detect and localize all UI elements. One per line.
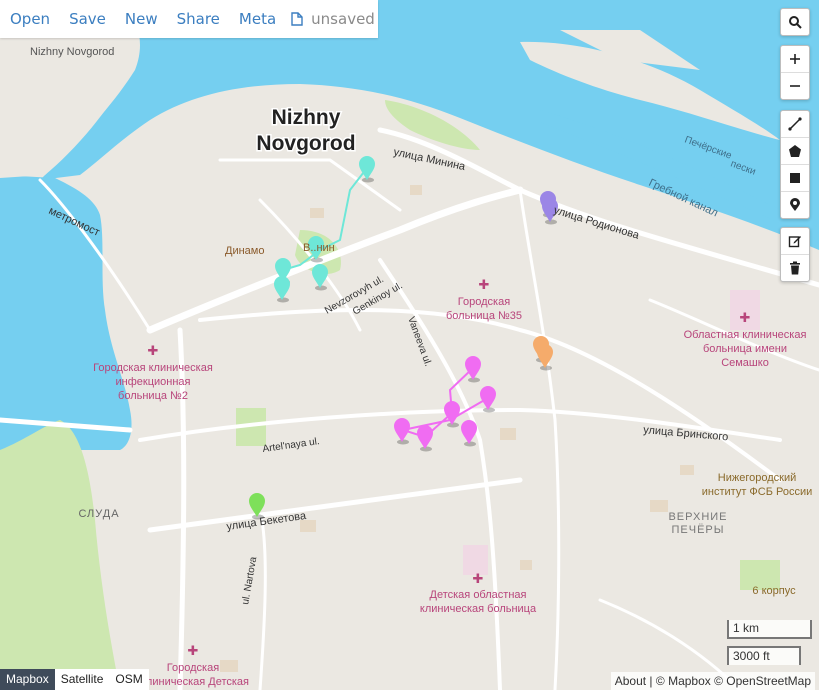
draw-marker-button[interactable] <box>781 192 809 218</box>
square-icon <box>790 173 800 183</box>
label-fsb-2: институт ФСБ России <box>702 486 813 498</box>
osm-attribution-link[interactable]: © OpenStreetMap <box>714 674 811 688</box>
label-infect-1: Городская клиническая <box>93 362 213 374</box>
label-city-child-2: клиническая Детская <box>141 676 249 688</box>
label-sluda: СЛУДА <box>78 508 119 520</box>
status-text: unsaved <box>311 10 375 28</box>
label-infect-3: больница №2 <box>118 390 188 402</box>
hospital-icon: ✚ <box>473 572 484 587</box>
edit-icon <box>788 236 801 248</box>
scale-metric: 1 km <box>727 620 812 639</box>
hospital-icon: ✚ <box>479 278 490 293</box>
draw-control <box>780 110 810 219</box>
meta-button[interactable]: Meta <box>229 10 285 28</box>
search-icon <box>789 16 802 29</box>
label-oblast-2: больница имени <box>703 343 787 355</box>
hospital-icon: ✚ <box>188 644 199 659</box>
label-hosp35-2: больница №35 <box>446 310 522 322</box>
edit-button[interactable] <box>781 228 809 255</box>
label-child-2: клиническая больница <box>420 603 537 615</box>
attribution: About | © Mapbox © OpenStreetMap <box>610 672 815 690</box>
zoom-out-button[interactable] <box>781 73 809 99</box>
attribution-separator: | <box>649 674 653 688</box>
label-child-1: Детская областная <box>430 589 527 601</box>
label-stadium: В..нин <box>303 242 335 254</box>
zoom-control <box>780 45 810 100</box>
zoom-in-button[interactable] <box>781 46 809 73</box>
label-oblast-1: Областная клиническая <box>684 329 807 341</box>
hospital-icon: ✚ <box>740 311 751 326</box>
delete-button[interactable] <box>781 255 809 281</box>
draw-line-button[interactable] <box>781 111 809 138</box>
scale-imperial: 3000 ft <box>727 646 801 665</box>
search-control <box>780 8 810 36</box>
label-city-child-1: Городская <box>167 662 219 674</box>
label-verhnie-1: ВЕРХНИЕ <box>668 511 727 523</box>
share-button[interactable]: Share <box>167 10 229 28</box>
label-infect-2: инфекционная <box>116 376 191 388</box>
layer-osm[interactable]: OSM <box>109 669 148 690</box>
label-dinamo: Динамо <box>225 245 264 257</box>
save-button[interactable]: Save <box>59 10 115 28</box>
layer-switcher: Mapbox Satellite OSM <box>0 669 149 690</box>
label-hosp35-1: Городская <box>458 296 510 308</box>
top-toolbar: Open Save New Share Meta unsaved <box>0 0 378 38</box>
edit-control <box>780 227 810 282</box>
mapbox-attribution-link[interactable]: © Mapbox <box>656 674 711 688</box>
new-button[interactable]: New <box>115 10 167 28</box>
marker-icon <box>790 198 800 211</box>
label-city: Nizhny <box>272 106 341 129</box>
polygon-icon <box>789 145 801 157</box>
save-status: unsaved <box>285 10 375 28</box>
label-city-2: Novgorod <box>256 132 355 155</box>
plus-icon <box>790 54 800 64</box>
label-oblast-3: Семашко <box>721 357 769 369</box>
open-button[interactable]: Open <box>0 10 59 28</box>
label-nizhny-corner: Nizhny Novgorod <box>30 46 114 58</box>
minus-icon <box>790 85 800 87</box>
label-verhnie-2: ПЕЧЁРЫ <box>672 524 725 536</box>
layer-satellite[interactable]: Satellite <box>55 669 110 690</box>
line-icon <box>788 117 802 131</box>
draw-polygon-button[interactable] <box>781 138 809 165</box>
search-button[interactable] <box>781 9 809 35</box>
label-korpus6: 6 корпус <box>752 585 796 597</box>
map-canvas[interactable]: Nizhny Novgorod Nizhny Novgorod улица Ми… <box>0 0 819 690</box>
about-link[interactable]: About <box>615 674 646 688</box>
draw-rectangle-button[interactable] <box>781 165 809 192</box>
file-icon <box>291 12 303 26</box>
trash-icon <box>790 261 800 275</box>
layer-mapbox[interactable]: Mapbox <box>0 669 55 690</box>
hospital-icon: ✚ <box>148 344 159 359</box>
label-fsb-1: Нижегородский <box>718 472 796 484</box>
